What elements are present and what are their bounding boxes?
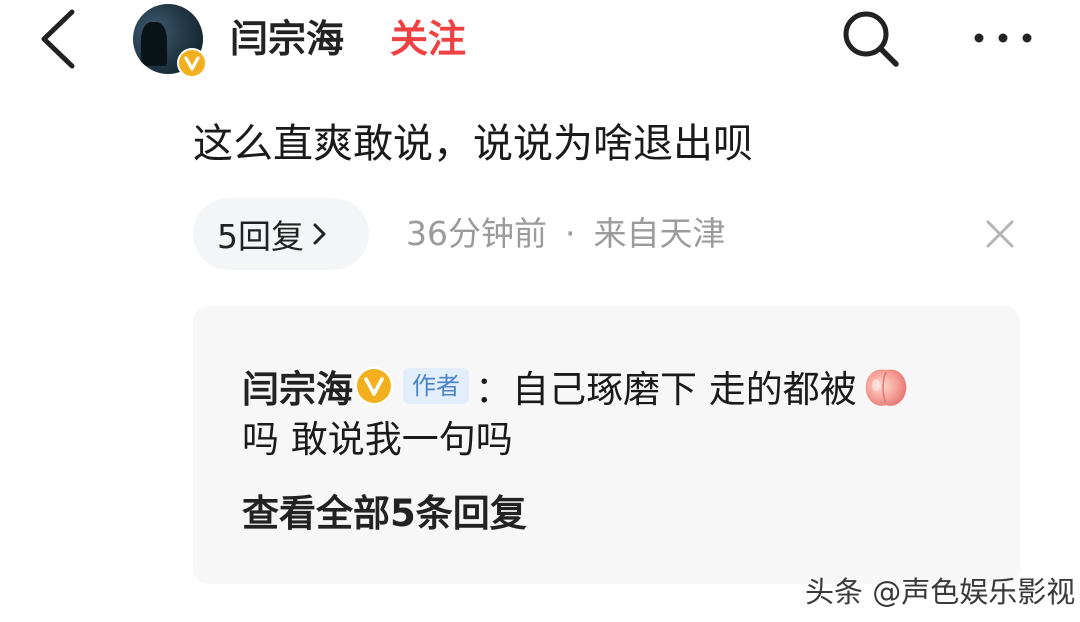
dismiss-button[interactable] [980,214,1020,254]
view-all-replies-link[interactable]: 查看全部5条回复 [242,488,527,540]
reply-text-part1: 自己琢磨下 走的都被 [512,368,857,411]
reply-text-part2: 吗 敢说我一句吗 [242,418,513,461]
back-button[interactable] [30,0,90,78]
verified-v-badge-icon [177,48,207,78]
meta-separator: · [565,214,576,253]
follow-button[interactable]: 关注 [390,14,466,64]
comment-text: 这么直爽敢说，说说为啥退出呗 [193,121,753,167]
verified-v-badge-icon [355,367,393,405]
peach-emoji-icon [865,369,907,406]
author-tag-badge: 作者 [403,368,469,404]
header-username[interactable]: 闫宗海 [230,14,344,64]
comment-meta: 36分钟前 · 来自天津 [406,211,726,257]
back-arrow-icon [41,9,75,69]
search-button[interactable] [838,6,902,70]
more-dots-icon [974,33,1032,43]
search-icon [843,11,899,67]
reply-colon: ： [475,368,512,411]
more-button[interactable] [968,16,1038,60]
chevron-right-icon [313,223,326,245]
watermark: 头条 @声色娱乐影视 [805,575,1076,609]
close-icon [986,220,1014,248]
reply-count-button[interactable]: 5回复 [193,198,369,270]
comment-time: 36分钟前 [406,214,547,253]
reply-author-name[interactable]: 闫宗海 [242,359,353,413]
comment-location: 来自天津 [593,214,726,253]
reply-count-label: 5回复 [217,217,304,256]
avatar[interactable] [133,4,207,78]
reply-first-line: 闫宗海 作者 ： 自己琢磨下 走的都被 [242,360,911,412]
